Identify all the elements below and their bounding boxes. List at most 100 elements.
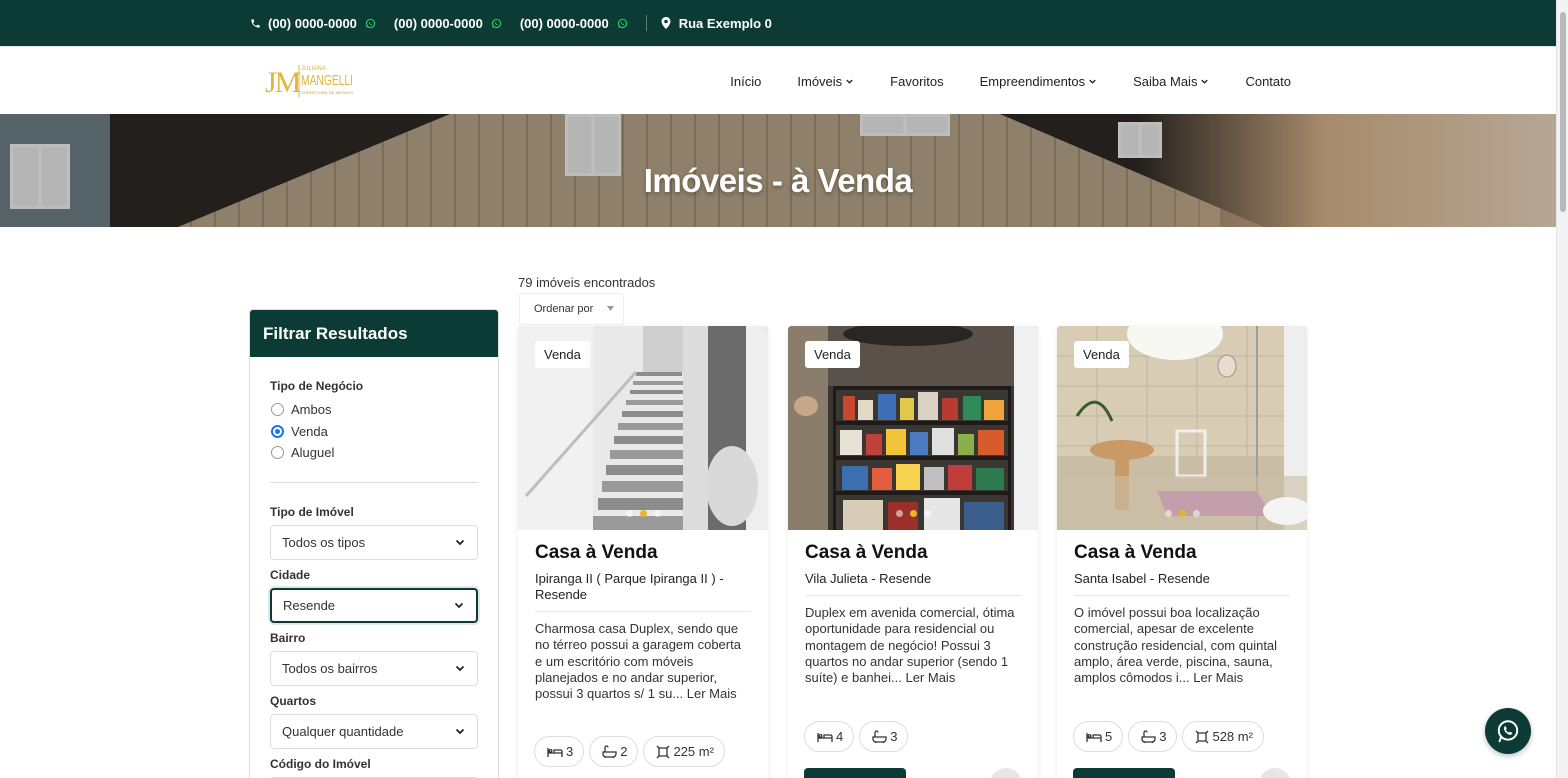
radio-button-checked[interactable] bbox=[271, 424, 284, 438]
favorite-button[interactable] bbox=[1259, 768, 1291, 778]
view-details-button[interactable] bbox=[804, 768, 906, 778]
listing-title[interactable]: Casa à Venda bbox=[535, 542, 751, 564]
nav-favoritos[interactable]: Favoritos bbox=[890, 74, 943, 89]
whatsapp-icon[interactable] bbox=[617, 18, 628, 29]
property-type-select[interactable]: Todos os tipos bbox=[270, 524, 478, 560]
listing-badge: Venda bbox=[805, 341, 860, 368]
chevron-down-icon bbox=[455, 539, 465, 546]
feature-bedrooms: 4 bbox=[804, 721, 855, 752]
listing-title[interactable]: Casa à Venda bbox=[805, 542, 1021, 564]
phone-icon bbox=[251, 18, 260, 28]
nav-saiba-mais[interactable]: Saiba Mais bbox=[1133, 74, 1209, 89]
radio-label: Aluguel bbox=[291, 445, 335, 461]
carousel-dot[interactable] bbox=[1192, 510, 1200, 517]
radio-button[interactable] bbox=[271, 446, 284, 460]
carousel-dot[interactable] bbox=[625, 510, 633, 517]
property-code-label: Código do Imóvel bbox=[270, 756, 371, 771]
scrollbar-thumb[interactable] bbox=[1560, 12, 1566, 212]
carousel-dot-active[interactable] bbox=[1178, 510, 1186, 517]
radio-ambos[interactable]: Ambos bbox=[270, 399, 478, 421]
feature-bathrooms: 3 bbox=[1128, 721, 1178, 752]
view-details-button[interactable] bbox=[1073, 768, 1175, 778]
listing-photo[interactable]: Venda bbox=[518, 326, 768, 530]
listing-features: 3 2 225 m² bbox=[534, 736, 725, 767]
phone-contact-2[interactable]: (00) 0000-0000 bbox=[394, 16, 502, 31]
phone-contact-1[interactable]: (00) 0000-0000 bbox=[250, 16, 376, 31]
listing-card[interactable]: Venda Casa à Venda Santa Isabel - Resend… bbox=[1057, 326, 1307, 778]
city-select[interactable]: Resende bbox=[270, 587, 478, 623]
sort-label: Ordenar por bbox=[534, 303, 594, 315]
rooms-label: Quartos bbox=[270, 693, 317, 708]
read-more-link[interactable]: Ler Mais bbox=[687, 686, 737, 701]
radio-button[interactable] bbox=[271, 403, 284, 417]
read-more-link[interactable]: Ler Mais bbox=[1193, 670, 1243, 685]
whatsapp-icon[interactable] bbox=[365, 18, 376, 29]
chevron-down-icon bbox=[454, 602, 464, 609]
read-more-link[interactable]: Ler Mais bbox=[905, 670, 955, 685]
select-value: Qualquer quantidade bbox=[282, 723, 404, 739]
listing-photo[interactable]: Venda bbox=[1057, 326, 1307, 530]
carousel-dot-active[interactable] bbox=[639, 510, 647, 517]
radio-label: Ambos bbox=[291, 402, 332, 418]
listing-card[interactable]: Venda Casa à Venda Vila Julieta - Resend… bbox=[788, 326, 1038, 778]
listing-description: O imóvel possui boa localização comercia… bbox=[1074, 605, 1290, 686]
brand-logo[interactable]: JM JULIANA MANGELLI CORRETORA DE IMÓVEIS bbox=[265, 61, 355, 101]
top-contact-bar: (00) 0000-0000 (00) 0000-0000 (00) 0000-… bbox=[0, 0, 1556, 46]
bathtub-icon bbox=[1141, 730, 1156, 743]
results-count: 79 imóveis encontrados bbox=[518, 275, 656, 290]
phone-number: (00) 0000-0000 bbox=[393, 15, 483, 31]
neighborhood-select[interactable]: Todos os bairros bbox=[270, 650, 478, 686]
area-icon bbox=[657, 745, 670, 758]
page-scrollbar[interactable] bbox=[1556, 0, 1568, 778]
nav-empreendimentos[interactable]: Empreendimentos bbox=[980, 74, 1098, 89]
page-title: Imóveis - à Venda bbox=[643, 162, 913, 199]
chevron-down-icon bbox=[1201, 79, 1209, 84]
page-hero-banner: Imóveis - à Venda bbox=[0, 114, 1556, 227]
carousel-dots bbox=[518, 510, 768, 517]
whatsapp-icon[interactable] bbox=[491, 18, 502, 29]
nav-label: Empreendimentos bbox=[979, 73, 1086, 89]
feature-bedrooms: 3 bbox=[534, 736, 585, 767]
whatsapp-floating-button[interactable] bbox=[1485, 708, 1531, 754]
carousel-dot[interactable] bbox=[653, 510, 661, 517]
divider bbox=[270, 481, 478, 483]
chevron-down-icon bbox=[455, 728, 465, 735]
feature-bedrooms: 5 bbox=[1073, 721, 1124, 752]
chevron-down-icon bbox=[1089, 79, 1096, 84]
bathtub-icon bbox=[872, 730, 887, 743]
area-value: 528 m² bbox=[1212, 729, 1253, 744]
filter-panel: Filtrar Resultados Tipo de Negócio Ambos… bbox=[249, 309, 499, 778]
carousel-dots bbox=[1057, 510, 1307, 517]
listing-card[interactable]: Venda Casa à Venda Ipiranga II ( Parque … bbox=[518, 326, 768, 778]
favorite-button[interactable] bbox=[990, 768, 1022, 778]
nav-label: Favoritos bbox=[890, 73, 944, 89]
listing-title[interactable]: Casa à Venda bbox=[1074, 542, 1290, 564]
address-link[interactable]: Rua Exemplo 0 bbox=[661, 16, 772, 31]
carousel-dot[interactable] bbox=[895, 510, 903, 517]
nav-label: Saiba Mais bbox=[1133, 73, 1198, 89]
nav-label: Imóveis bbox=[797, 73, 843, 89]
bathroom-count: 3 bbox=[890, 729, 898, 744]
nav-contato[interactable]: Contato bbox=[1245, 74, 1291, 89]
phone-contact-3[interactable]: (00) 0000-0000 bbox=[520, 16, 628, 31]
filter-panel-title: Filtrar Resultados bbox=[250, 310, 498, 357]
logo-monogram: JM bbox=[265, 66, 301, 99]
nav-imoveis[interactable]: Imóveis bbox=[797, 74, 854, 89]
listing-location: Ipiranga II ( Parque Ipiranga II ) - Res… bbox=[535, 571, 751, 612]
carousel-dot[interactable] bbox=[923, 510, 931, 517]
feature-bathrooms: 2 bbox=[589, 736, 639, 767]
carousel-dot[interactable] bbox=[1164, 510, 1172, 517]
sort-select[interactable]: Ordenar por bbox=[519, 293, 624, 325]
bed-icon bbox=[1086, 732, 1102, 742]
radio-label: Venda bbox=[291, 423, 328, 439]
rooms-select[interactable]: Qualquer quantidade bbox=[270, 713, 478, 749]
listing-location: Vila Julieta - Resende bbox=[805, 571, 1021, 596]
phone-number: (00) 0000-0000 bbox=[519, 15, 609, 31]
radio-venda[interactable]: Venda bbox=[270, 421, 478, 443]
radio-aluguel[interactable]: Aluguel bbox=[270, 442, 478, 464]
bedroom-count: 4 bbox=[836, 729, 844, 744]
listing-photo[interactable]: Venda bbox=[788, 326, 1038, 530]
nav-inicio[interactable]: Início bbox=[730, 74, 761, 89]
area-icon bbox=[1196, 730, 1209, 743]
carousel-dot-active[interactable] bbox=[909, 510, 917, 517]
